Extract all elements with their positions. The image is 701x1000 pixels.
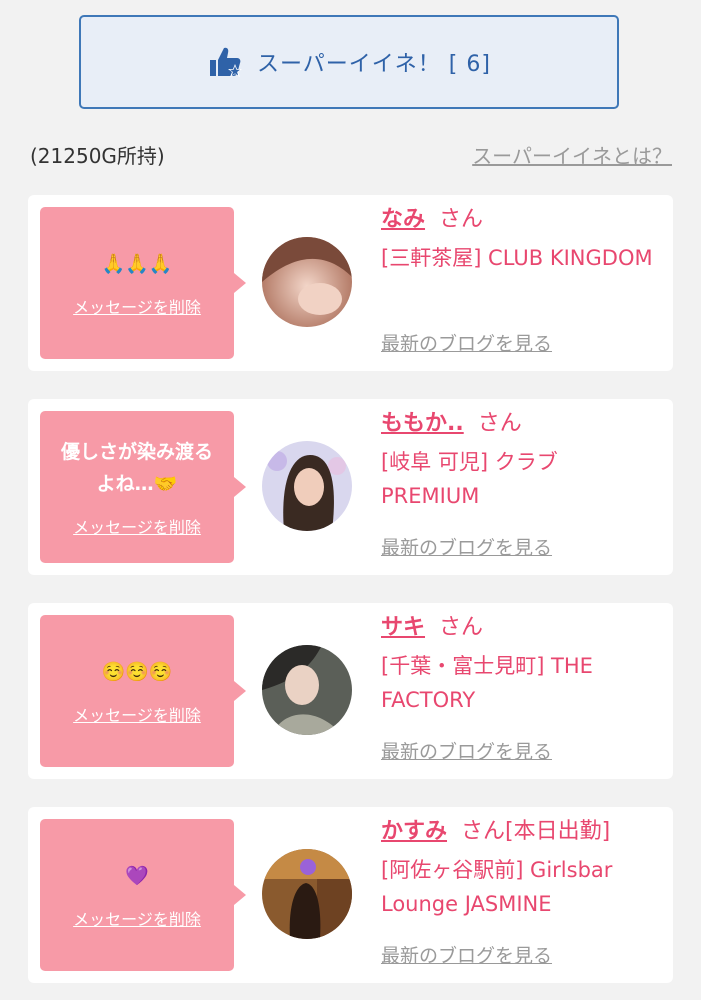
delete-message-link[interactable]: メッセージを削除	[73, 514, 201, 538]
shop-name: [岐阜 可児] クラブ PREMIUM	[381, 450, 558, 508]
honorific: さん	[439, 615, 484, 640]
thumbs-up-star-icon	[210, 47, 243, 77]
avatar[interactable]	[262, 441, 352, 531]
delete-message-link[interactable]: メッセージを削除	[73, 294, 201, 318]
list-item: ☺️☺️☺️ メッセージを削除 サキ さん [千葉・富士見町] THE FACTO…	[28, 603, 673, 779]
cast-name-link[interactable]: かすみ	[381, 819, 447, 844]
message-text: 🙏🙏🙏	[101, 253, 173, 275]
latest-blog-link[interactable]: 最新のブログを見る	[381, 329, 552, 356]
super-like-label: スーパーイイネ！ [ 6]	[257, 52, 491, 77]
info-row: (21250G所持) スーパーイイネとは？	[30, 138, 672, 170]
avatar[interactable]	[262, 849, 352, 939]
cast-info: ももか.. さん [岐阜 可児] クラブ PREMIUM 最新のブログを見る	[381, 407, 661, 559]
cast-info: かすみ さん[本日出勤] [阿佐ヶ谷駅前] Girlsbar Lounge JAS…	[381, 815, 661, 967]
cast-name-link[interactable]: なみ	[381, 207, 425, 232]
honorific: さん[本日出勤]	[461, 819, 611, 844]
cast-name-link[interactable]: ももか..	[381, 411, 464, 436]
message-text: ☺️☺️☺️	[101, 661, 173, 683]
list-item: 💜 メッセージを削除 かすみ さん[本日出勤] [阿佐ヶ谷駅前] Girlsbar…	[28, 807, 673, 983]
message-bubble: 💜 メッセージを削除	[40, 819, 246, 971]
balance-text: (21250G所持)	[30, 143, 165, 168]
avatar[interactable]	[262, 645, 352, 735]
shop-name: [千葉・富士見町] THE FACTORY	[381, 654, 593, 712]
message-bubble: 🙏🙏🙏 メッセージを削除	[40, 207, 246, 359]
avatar[interactable]	[262, 237, 352, 327]
cast-info: サキ さん [千葉・富士見町] THE FACTORY 最新のブログを見る	[381, 611, 661, 763]
super-like-button[interactable]: スーパーイイネ！ [ 6]	[79, 15, 619, 109]
latest-blog-link[interactable]: 最新のブログを見る	[381, 533, 552, 560]
honorific: さん	[477, 411, 522, 436]
delete-message-link[interactable]: メッセージを削除	[73, 702, 201, 726]
list-item: 優しさが染み渡る よね…🤝 メッセージを削除 ももか.. さん [岐阜 可児] ク…	[28, 399, 673, 575]
cast-info: なみ さん [三軒茶屋] CLUB KINGDOM 最新のブログを見る	[381, 203, 661, 355]
message-bubble: ☺️☺️☺️ メッセージを削除	[40, 615, 246, 767]
super-like-help-link[interactable]: スーパーイイネとは？	[472, 140, 672, 169]
latest-blog-link[interactable]: 最新のブログを見る	[381, 737, 552, 764]
cast-name-link[interactable]: サキ	[381, 615, 425, 640]
shop-name: [三軒茶屋] CLUB KINGDOM	[381, 246, 653, 270]
message-text: 💜	[125, 865, 149, 887]
delete-message-link[interactable]: メッセージを削除	[73, 906, 201, 930]
honorific: さん	[439, 207, 484, 232]
list-item: 🙏🙏🙏 メッセージを削除 なみ さん [三軒茶屋] CLUB KINGDOM 最新…	[28, 195, 673, 371]
message-bubble: 優しさが染み渡る よね…🤝 メッセージを削除	[40, 411, 246, 563]
latest-blog-link[interactable]: 最新のブログを見る	[381, 941, 552, 968]
message-text: 優しさが染み渡る よね…🤝	[60, 441, 213, 495]
shop-name: [阿佐ヶ谷駅前] Girlsbar Lounge JASMINE	[381, 858, 613, 916]
